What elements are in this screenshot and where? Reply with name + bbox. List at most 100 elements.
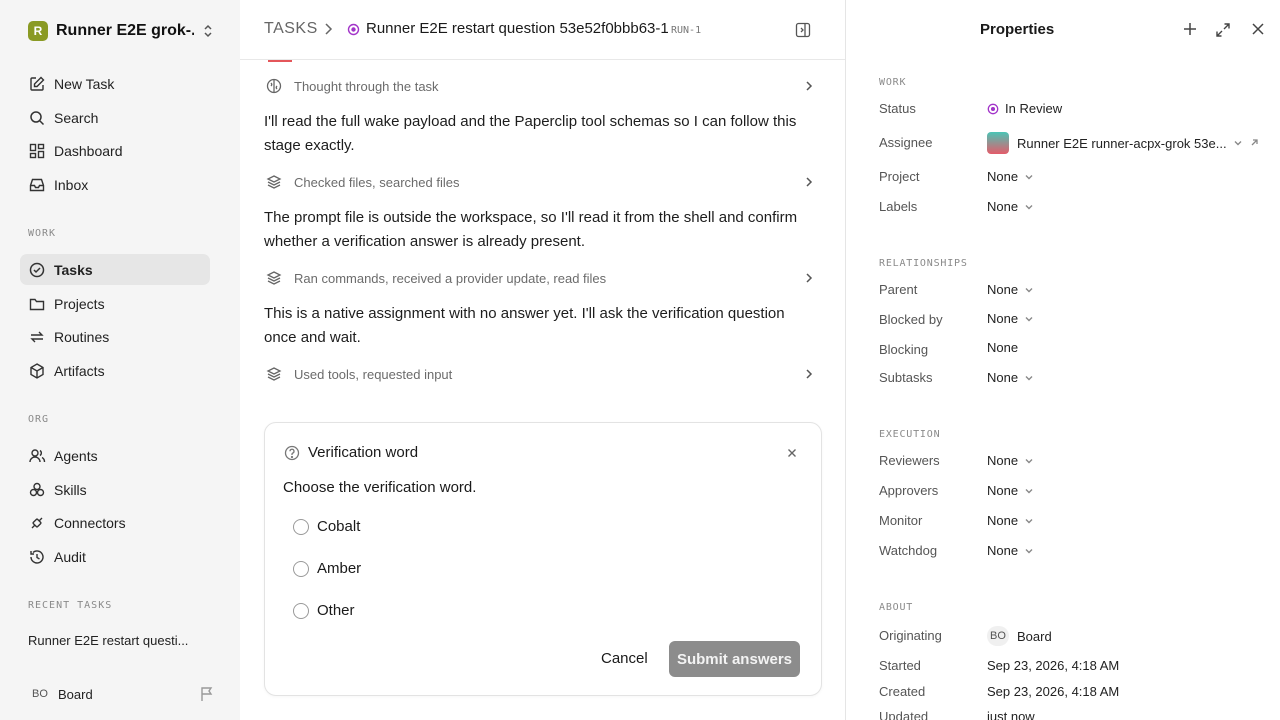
watchdog-value[interactable]: None — [987, 543, 1034, 558]
assignee-text: Runner E2E runner-acpx-grok 53e... — [1017, 135, 1227, 151]
nav-agents[interactable]: Agents — [20, 440, 210, 471]
nav-dashboard[interactable]: Dashboard — [20, 135, 210, 166]
external-link-icon[interactable] — [1249, 138, 1259, 148]
chevron-down-icon — [1024, 517, 1034, 525]
brain-icon — [266, 78, 282, 94]
project-label: Project — [879, 169, 920, 184]
blocked-by-value[interactable]: None — [987, 311, 1034, 326]
close-icon[interactable] — [1251, 22, 1265, 36]
created-value: Sep 23, 2026, 4:18 AM — [987, 684, 1120, 699]
transcript-step[interactable]: Checked files, searched files — [264, 170, 814, 194]
subtasks-value[interactable]: None — [987, 370, 1034, 385]
nav-audit[interactable]: Audit — [20, 541, 210, 572]
section-title-recent: RECENT TASKS — [28, 600, 113, 611]
nav-label: Connectors — [54, 514, 126, 531]
radio-button[interactable] — [293, 560, 309, 577]
parent-text: None — [987, 282, 1019, 297]
option-cobalt[interactable]: Cobalt — [293, 518, 360, 535]
originating-label: Originating — [879, 628, 942, 643]
chevron-down-icon — [1024, 286, 1034, 294]
agents-icon — [28, 447, 46, 465]
agent-avatar — [987, 132, 1009, 154]
step-label: Checked files, searched files — [294, 174, 460, 190]
search-icon — [28, 109, 46, 127]
audit-icon — [28, 548, 46, 566]
nav-routines[interactable]: Routines — [20, 321, 210, 352]
scroll-indicator — [268, 60, 292, 62]
monitor-value[interactable]: None — [987, 513, 1034, 528]
radio-button[interactable] — [293, 518, 309, 535]
breadcrumb-tasks[interactable]: TASKS — [264, 20, 318, 38]
user-name[interactable]: Board — [58, 687, 93, 702]
nav-projects[interactable]: Projects — [20, 288, 210, 319]
assignee-value[interactable]: Runner E2E runner-acpx-grok 53e... — [987, 132, 1259, 154]
workspace-logo: R — [28, 21, 48, 41]
nav-skills[interactable]: Skills — [20, 474, 210, 505]
transcript-step[interactable]: Ran commands, received a provider update… — [264, 266, 814, 290]
nav-inbox[interactable]: Inbox — [20, 169, 210, 200]
nav-new-task[interactable]: New Task — [20, 68, 210, 99]
subtasks-label: Subtasks — [879, 370, 933, 385]
nav-tasks[interactable]: Tasks — [20, 254, 210, 285]
new-task-icon — [28, 75, 46, 93]
radio-button[interactable] — [293, 602, 309, 619]
routines-icon — [28, 328, 46, 346]
nav-label: Artifacts — [54, 362, 105, 379]
monitor-label: Monitor — [879, 513, 923, 528]
submit-answers-button[interactable]: Submit answers — [669, 641, 800, 677]
skills-icon — [28, 481, 46, 499]
nav-label: New Task — [54, 75, 115, 92]
chevron-down-icon — [1024, 374, 1034, 382]
labels-value[interactable]: None — [987, 199, 1034, 214]
recent-task-item[interactable]: Runner E2E restart questi... — [28, 633, 188, 648]
expand-icon[interactable] — [1215, 22, 1231, 38]
help-circle-icon — [284, 445, 300, 461]
step-label: Used tools, requested input — [294, 366, 453, 382]
nav-connectors[interactable]: Connectors — [20, 507, 210, 538]
option-label: Other — [317, 602, 355, 619]
layers-icon — [266, 174, 282, 190]
originating-value[interactable]: BO Board — [987, 626, 1052, 646]
project-value[interactable]: None — [987, 169, 1034, 184]
labels-text: None — [987, 199, 1019, 214]
transcript-step[interactable]: Thought through the task — [264, 74, 814, 98]
option-amber[interactable]: Amber — [293, 560, 361, 577]
nav-label: Projects — [54, 295, 105, 312]
section-title-org: ORG — [28, 414, 50, 425]
workspace-name: Runner E2E grok-... — [56, 22, 194, 39]
question-card: Verification word Choose the verificatio… — [264, 422, 822, 696]
sidebar: R Runner E2E grok-... New Task Search Da… — [0, 0, 240, 720]
chevron-down-icon — [1233, 139, 1243, 147]
chevron-right-icon — [804, 367, 814, 381]
nav-label: Tasks — [54, 261, 93, 278]
workspace-switcher[interactable]: R Runner E2E grok-... — [28, 19, 214, 43]
reviewers-value[interactable]: None — [987, 453, 1034, 468]
option-label: Cobalt — [317, 518, 361, 535]
section-work: WORK — [879, 77, 907, 88]
blocking-label: Blocking — [879, 342, 929, 357]
nav-label: Skills — [54, 481, 87, 498]
transcript-step[interactable]: Used tools, requested input — [264, 362, 814, 386]
chevron-down-icon — [1024, 173, 1034, 181]
nav-search[interactable]: Search — [20, 102, 210, 133]
properties-title: Properties — [980, 21, 1055, 38]
cancel-button[interactable]: Cancel — [601, 650, 648, 667]
approvers-value[interactable]: None — [987, 483, 1034, 498]
nav-artifacts[interactable]: Artifacts — [20, 355, 210, 386]
blocking-value: None — [987, 340, 1019, 355]
status-label: Status — [879, 101, 916, 116]
assistant-message: I'll read the full wake payload and the … — [264, 113, 797, 154]
parent-value[interactable]: None — [987, 282, 1034, 297]
monitor-text: None — [987, 513, 1019, 528]
panel-toggle-icon[interactable] — [795, 22, 811, 38]
chevron-right-icon — [322, 22, 334, 36]
flag-icon[interactable] — [200, 686, 214, 702]
reviewers-label: Reviewers — [879, 453, 940, 468]
close-icon[interactable] — [787, 448, 797, 458]
parent-label: Parent — [879, 282, 918, 297]
option-other[interactable]: Other — [293, 602, 355, 619]
connectors-icon — [28, 514, 46, 532]
status-value[interactable]: In Review — [987, 101, 1062, 116]
tasks-icon — [28, 261, 46, 279]
plus-icon[interactable] — [1183, 22, 1197, 36]
